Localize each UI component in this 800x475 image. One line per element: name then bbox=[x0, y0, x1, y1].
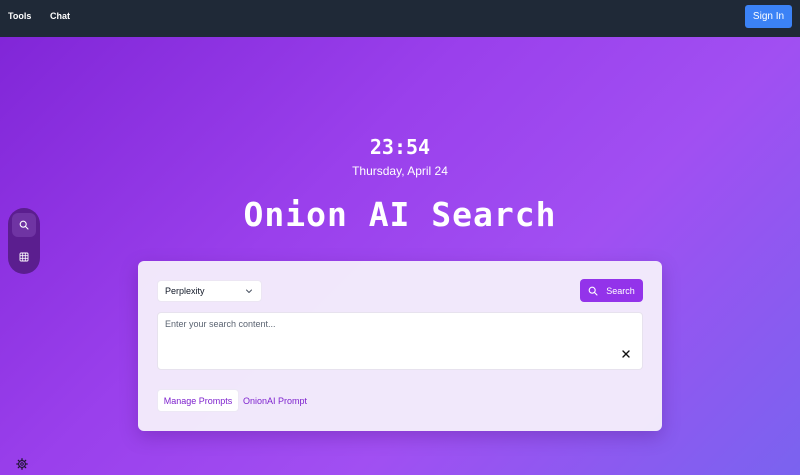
chevron-down-icon bbox=[246, 289, 252, 293]
search-icon bbox=[19, 220, 29, 230]
top-navbar: Tools Chat Sign In bbox=[0, 0, 800, 37]
engine-select-value: Perplexity bbox=[165, 286, 205, 296]
grid-icon bbox=[19, 252, 29, 262]
sidebar-grid-button[interactable] bbox=[12, 245, 36, 269]
query-box bbox=[157, 312, 643, 370]
clear-button[interactable] bbox=[620, 348, 632, 360]
onionai-prompt-link[interactable]: OnionAI Prompt bbox=[243, 396, 307, 406]
gear-icon bbox=[16, 458, 28, 470]
close-icon bbox=[622, 350, 630, 358]
clock-time: 23:54 bbox=[369, 135, 431, 159]
sign-in-button[interactable]: Sign In bbox=[745, 5, 792, 28]
clock-date: Thursday, April 24 bbox=[352, 164, 448, 178]
search-input[interactable] bbox=[158, 313, 642, 369]
settings-button[interactable] bbox=[16, 457, 28, 470]
sidebar-search-button[interactable] bbox=[12, 213, 36, 237]
side-toolbar bbox=[8, 208, 40, 274]
search-card: Perplexity Search Manage Prompts OnionAI… bbox=[138, 261, 662, 431]
nav-link-chat[interactable]: Chat bbox=[50, 11, 70, 21]
search-icon bbox=[588, 286, 598, 296]
engine-select[interactable]: Perplexity bbox=[157, 280, 262, 302]
search-button-label: Search bbox=[606, 285, 635, 296]
page-title: Onion AI Search bbox=[243, 195, 557, 234]
search-button[interactable]: Search bbox=[580, 279, 643, 302]
nav-link-tools[interactable]: Tools bbox=[8, 11, 31, 21]
manage-prompts-button[interactable]: Manage Prompts bbox=[157, 389, 239, 412]
